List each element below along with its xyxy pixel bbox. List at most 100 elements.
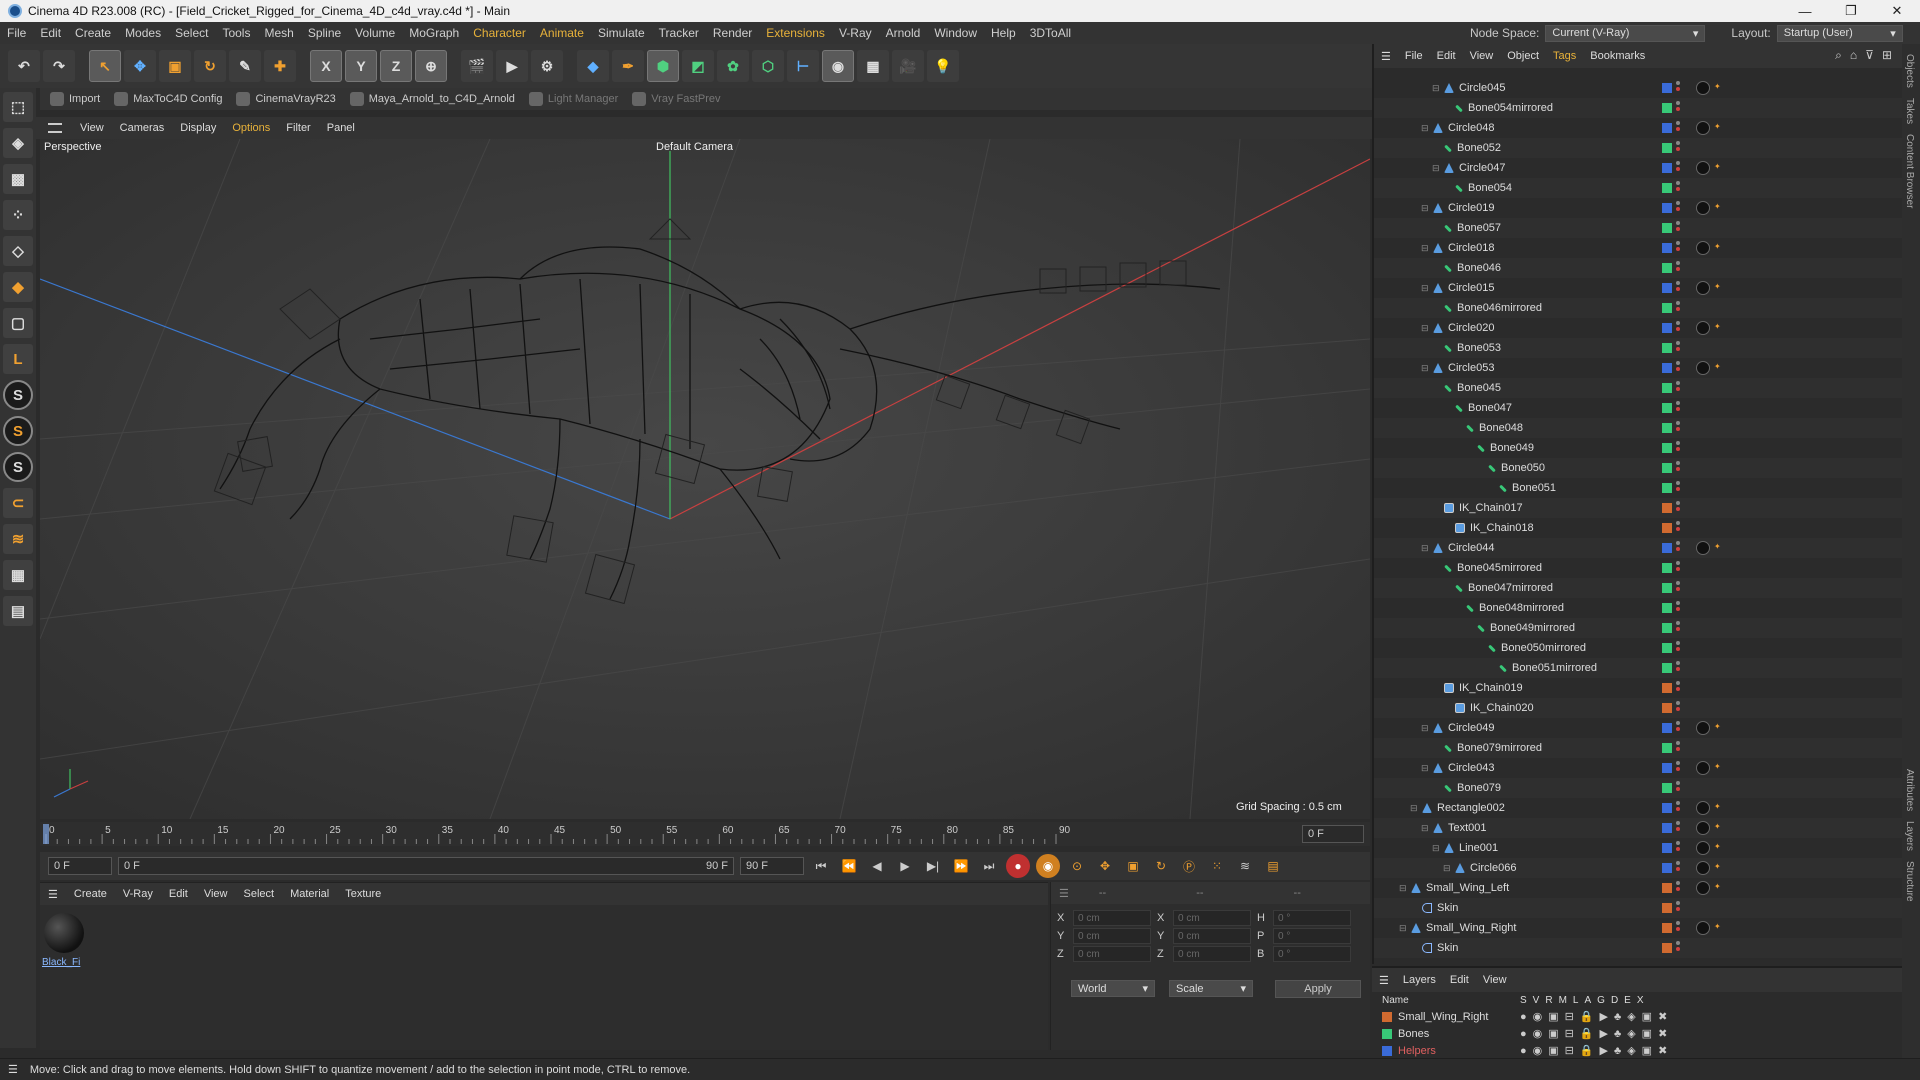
object-row[interactable]: ⊟ Circle053 ✦ [1374,358,1904,378]
layer-color-swatch[interactable] [1662,743,1672,753]
polygon-pen-icon[interactable]: ✎ [229,50,261,82]
layer-color-swatch[interactable] [1662,583,1672,593]
layer-color-swatch[interactable] [1662,863,1672,873]
layer-color-swatch[interactable] [1662,803,1672,813]
display-tag-icon[interactable] [1696,121,1710,135]
visibility-dots-icon[interactable] [1676,661,1682,675]
display-tag-icon[interactable] [1696,861,1710,875]
menu-tools[interactable]: Tools [215,26,257,40]
subdivision-icon[interactable]: ⬢ [647,50,679,82]
object-row[interactable]: ⊟ Circle045 ✦ [1374,78,1904,98]
display-tag-icon[interactable] [1696,281,1710,295]
coordinate-field[interactable]: 0 cm [1073,928,1151,944]
constraint-tag-icon[interactable]: ✦ [1714,763,1722,771]
side-tab-structure[interactable]: Structure [1904,861,1915,902]
visibility-dots-icon[interactable] [1676,921,1682,935]
expand-toggle-icon[interactable]: ⊟ [1399,883,1409,894]
edges-mode-icon[interactable]: ◇ [3,236,33,266]
layer-color-swatch[interactable] [1662,723,1672,733]
playhead[interactable] [43,824,49,844]
viewport-menu-panel[interactable]: Panel [319,122,363,134]
menu-modes[interactable]: Modes [118,26,168,40]
plugin-light-manager-button[interactable]: Light Manager [528,92,618,106]
end-frame-field[interactable]: 90 F [740,857,804,875]
viewport-menu-options[interactable]: Options [224,122,278,134]
layer-color-swatch[interactable] [1662,483,1672,493]
object-row[interactable]: ⊟ Circle043 ✦ [1374,758,1904,778]
render-settings-icon[interactable]: ⚙ [531,50,563,82]
menu-extensions[interactable]: Extensions [759,26,832,40]
constraint-tag-icon[interactable]: ✦ [1714,283,1722,291]
scheme-icon[interactable]: ▤ [1262,855,1284,877]
layer-color-swatch[interactable] [1662,283,1672,293]
constraint-tag-icon[interactable]: ✦ [1714,83,1722,91]
visibility-dots-icon[interactable] [1676,181,1682,195]
object-row[interactable]: ⊟ Line001 ✦ [1374,838,1904,858]
visibility-dots-icon[interactable] [1676,701,1682,715]
expand-toggle-icon[interactable]: ⊟ [1421,123,1431,134]
visibility-dots-icon[interactable] [1676,301,1682,315]
magnet-icon[interactable]: ⊂ [3,488,33,518]
material-menu-create[interactable]: Create [66,888,115,900]
display-tag-icon[interactable] [1696,241,1710,255]
layer-color-swatch[interactable] [1662,223,1672,233]
expand-toggle-icon[interactable]: ⊟ [1443,863,1453,874]
layer-color-swatch[interactable] [1662,503,1672,513]
menu-tracker[interactable]: Tracker [652,26,706,40]
visibility-dots-icon[interactable] [1676,81,1682,95]
keyframe-selection-icon[interactable]: ⊙ [1066,855,1088,877]
layer-menu-edit[interactable]: Edit [1443,974,1476,986]
visibility-dots-icon[interactable] [1676,481,1682,495]
menu-arnold[interactable]: Arnold [879,26,928,40]
layer-color-swatch[interactable] [1662,623,1672,633]
menu-edit[interactable]: Edit [33,26,68,40]
object-row[interactable]: Bone048mirrored [1374,598,1904,618]
object-row[interactable]: ⊟ Circle015 ✦ [1374,278,1904,298]
transform-tool-icon[interactable]: ✚ [264,50,296,82]
visibility-dots-icon[interactable] [1676,541,1682,555]
layer-color-swatch[interactable] [1662,683,1672,693]
visibility-dots-icon[interactable] [1676,841,1682,855]
object-row[interactable]: Bone047mirrored [1374,578,1904,598]
previous-frame-icon[interactable]: ◀ [866,855,888,877]
layer-color-swatch[interactable] [1662,663,1672,673]
menu-mograph[interactable]: MoGraph [402,26,466,40]
menu-character[interactable]: Character [466,26,533,40]
menu-simulate[interactable]: Simulate [591,26,652,40]
coordinate-field[interactable]: 0 cm [1073,910,1151,926]
object-row[interactable]: Bone045mirrored [1374,558,1904,578]
visibility-dots-icon[interactable] [1676,101,1682,115]
object-row[interactable]: IK_Chain019 [1374,678,1904,698]
object-row[interactable]: Bone052 [1374,138,1904,158]
expand-toggle-icon[interactable]: ⊟ [1421,723,1431,734]
object-row[interactable]: Bone047 [1374,398,1904,418]
visibility-dots-icon[interactable] [1676,881,1682,895]
visibility-dots-icon[interactable] [1676,861,1682,875]
visibility-dots-icon[interactable] [1676,321,1682,335]
deformer-icon[interactable]: ⬡ [752,50,784,82]
object-row[interactable]: IK_Chain017 [1374,498,1904,518]
next-frame-icon[interactable]: ▶| [922,855,944,877]
layer-color-swatch[interactable] [1662,203,1672,213]
go-to-end-icon[interactable]: ⏭ [978,855,1000,877]
object-row[interactable]: Bone050 [1374,458,1904,478]
apply-button[interactable]: Apply [1275,980,1361,998]
layer-toggle-icons[interactable]: ●◉▣⊟🔒▶♣◈▣✖ [1520,1010,1673,1023]
layer-color-swatch[interactable] [1382,1011,1392,1022]
layer-toggle-icons[interactable]: ●◉▣⊟🔒▶♣◈▣✖ [1520,1027,1673,1040]
record-icon[interactable]: ● [1006,854,1030,878]
object-row[interactable]: ⊟ Circle019 ✦ [1374,198,1904,218]
display-tag-icon[interactable] [1696,541,1710,555]
side-tab-objects[interactable]: Objects [1904,54,1915,88]
menu-icon[interactable]: ☰ [40,888,66,901]
layer-color-swatch[interactable] [1662,423,1672,433]
expand-toggle-icon[interactable]: ⊟ [1421,823,1431,834]
object-row[interactable]: Skin [1374,938,1904,958]
object-row[interactable]: Bone079mirrored [1374,738,1904,758]
display-tag-icon[interactable] [1696,841,1710,855]
display-tag-icon[interactable] [1696,161,1710,175]
layer-color-swatch[interactable] [1662,363,1672,373]
layer-color-swatch[interactable] [1662,143,1672,153]
scale-tool-icon[interactable]: ▣ [159,50,191,82]
viewport-menu-filter[interactable]: Filter [278,122,318,134]
